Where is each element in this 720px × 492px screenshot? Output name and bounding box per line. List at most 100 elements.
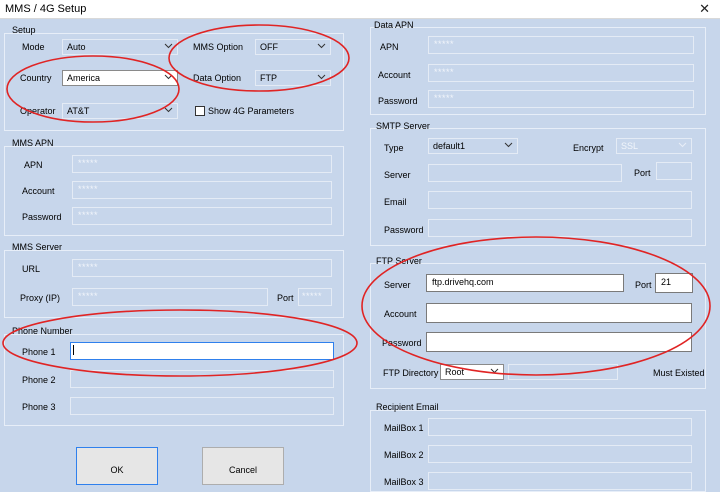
smtp-password-label: Password bbox=[384, 225, 424, 235]
show-4g-checkbox[interactable] bbox=[195, 106, 205, 116]
mms-proxy-value: ***** bbox=[78, 291, 99, 301]
mms-password-label: Password bbox=[22, 212, 62, 222]
smtp-server-group-title: SMTP Server bbox=[376, 121, 430, 131]
ftp-directory-select[interactable]: Root bbox=[440, 364, 504, 380]
country-select[interactable]: America bbox=[62, 70, 178, 86]
phone-number-group-title: Phone Number bbox=[12, 326, 73, 336]
mms-option-value: OFF bbox=[260, 42, 278, 52]
ftp-directory-label: FTP Directory bbox=[383, 368, 439, 378]
chevron-down-icon bbox=[490, 368, 499, 374]
ok-button[interactable]: OK bbox=[76, 447, 158, 485]
mms-apn-field[interactable]: ***** bbox=[72, 155, 332, 173]
recipient-email-group-title: Recipient Email bbox=[376, 402, 439, 412]
ftp-server-label: Server bbox=[384, 280, 411, 290]
mms-password-value: ***** bbox=[78, 210, 99, 220]
mailbox3-field[interactable] bbox=[428, 472, 692, 490]
ftp-server-value: ftp.drivehq.com bbox=[432, 277, 494, 287]
smtp-type-value: default1 bbox=[433, 141, 466, 151]
chevron-down-icon bbox=[504, 142, 513, 148]
mms-apn-group-title: MMS APN bbox=[12, 138, 54, 148]
mode-select[interactable]: Auto bbox=[62, 39, 178, 55]
mode-value: Auto bbox=[67, 42, 86, 52]
mode-label: Mode bbox=[22, 42, 45, 52]
mms-password-field[interactable]: ***** bbox=[72, 207, 332, 225]
phone3-input[interactable] bbox=[70, 397, 334, 415]
smtp-port-field[interactable] bbox=[656, 162, 692, 180]
smtp-type-label: Type bbox=[384, 143, 404, 153]
mms-account-field[interactable]: ***** bbox=[72, 181, 332, 199]
ftp-server-input[interactable]: ftp.drivehq.com bbox=[426, 274, 624, 292]
mms-url-field[interactable]: ***** bbox=[72, 259, 332, 277]
must-existed-label: Must Existed bbox=[653, 368, 705, 378]
data-apn-group-title: Data APN bbox=[374, 20, 414, 30]
mms-proxy-field[interactable]: ***** bbox=[72, 288, 268, 306]
data-option-select[interactable]: FTP bbox=[255, 70, 331, 86]
smtp-type-select[interactable]: default1 bbox=[428, 138, 518, 154]
smtp-server-field[interactable] bbox=[428, 164, 622, 182]
mms-port-field[interactable]: ***** bbox=[298, 288, 332, 306]
ftp-account-input[interactable] bbox=[426, 303, 692, 323]
data-password-value: ***** bbox=[434, 93, 455, 103]
mms-account-value: ***** bbox=[78, 184, 99, 194]
title-bar: MMS / 4G Setup ✕ bbox=[0, 0, 720, 19]
mms-account-label: Account bbox=[22, 186, 55, 196]
ftp-port-input[interactable]: 21 bbox=[655, 273, 693, 293]
data-apn-field[interactable]: ***** bbox=[428, 36, 694, 54]
chevron-down-icon bbox=[164, 107, 173, 113]
data-account-field[interactable]: ***** bbox=[428, 64, 694, 82]
smtp-email-field[interactable] bbox=[428, 191, 692, 209]
mms-option-label: MMS Option bbox=[193, 42, 244, 52]
window-title: MMS / 4G Setup bbox=[5, 3, 87, 15]
mms-server-group-title: MMS Server bbox=[12, 242, 63, 252]
smtp-encrypt-select[interactable]: SSL bbox=[616, 138, 692, 154]
country-value: America bbox=[67, 73, 101, 83]
cancel-button[interactable]: Cancel bbox=[202, 447, 284, 485]
smtp-encrypt-value: SSL bbox=[621, 141, 639, 151]
chevron-down-icon bbox=[317, 74, 326, 80]
data-option-value: FTP bbox=[260, 73, 277, 83]
close-icon[interactable]: ✕ bbox=[699, 1, 710, 17]
chevron-down-icon bbox=[678, 142, 687, 148]
operator-label: Operator bbox=[20, 106, 56, 116]
operator-select[interactable]: AT&T bbox=[62, 103, 178, 119]
phone3-label: Phone 3 bbox=[22, 402, 56, 412]
data-password-field[interactable]: ***** bbox=[428, 90, 694, 108]
data-account-value: ***** bbox=[434, 67, 455, 77]
mms-url-label: URL bbox=[22, 264, 41, 274]
ftp-password-input[interactable] bbox=[426, 332, 692, 352]
ftp-account-label: Account bbox=[384, 309, 417, 319]
mailbox1-field[interactable] bbox=[428, 418, 692, 436]
mms-apn-label: APN bbox=[24, 160, 43, 170]
phone2-input[interactable] bbox=[70, 370, 334, 388]
mailbox2-label: MailBox 2 bbox=[384, 450, 424, 460]
country-label: Country bbox=[20, 73, 52, 83]
cancel-button-label: Cancel bbox=[228, 465, 257, 475]
data-account-label: Account bbox=[378, 70, 411, 80]
smtp-server-label: Server bbox=[384, 170, 411, 180]
ftp-port-label: Port bbox=[635, 280, 652, 290]
smtp-encrypt-label: Encrypt bbox=[573, 143, 604, 153]
mms-url-value: ***** bbox=[78, 262, 99, 272]
data-apn-value: ***** bbox=[434, 39, 455, 49]
chevron-down-icon bbox=[164, 43, 173, 49]
mms-option-select[interactable]: OFF bbox=[255, 39, 331, 55]
phone1-label: Phone 1 bbox=[22, 347, 56, 357]
operator-value: AT&T bbox=[67, 106, 90, 116]
data-password-label: Password bbox=[378, 96, 418, 106]
mms-apn-value: ***** bbox=[78, 158, 99, 168]
ftp-directory-value: Root bbox=[445, 367, 465, 377]
ftp-port-value: 21 bbox=[661, 277, 672, 287]
setup-group-title: Setup bbox=[12, 25, 36, 35]
show-4g-label: Show 4G Parameters bbox=[208, 106, 295, 116]
chevron-down-icon bbox=[317, 43, 326, 49]
phone1-input[interactable] bbox=[70, 342, 334, 360]
smtp-password-field[interactable] bbox=[428, 219, 692, 237]
mms-port-value: ***** bbox=[302, 291, 323, 301]
mailbox1-label: MailBox 1 bbox=[384, 423, 424, 433]
mailbox2-field[interactable] bbox=[428, 445, 692, 463]
mms-proxy-label: Proxy (IP) bbox=[20, 293, 61, 303]
ftp-password-label: Password bbox=[382, 338, 422, 348]
ok-button-label: OK bbox=[110, 465, 124, 475]
ftp-directory-path-field[interactable] bbox=[508, 364, 618, 380]
smtp-email-label: Email bbox=[384, 197, 407, 207]
